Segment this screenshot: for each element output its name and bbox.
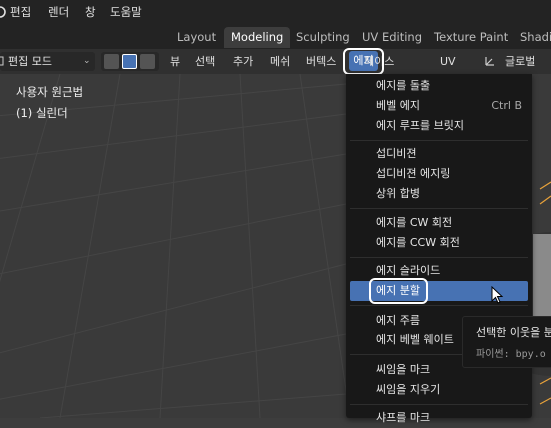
menu-separator [350,257,528,258]
tooltip-python: 파이썬: bpy.o [476,349,546,360]
transform-orientation-icon[interactable] [483,54,497,68]
menu-item-extrude-edges[interactable]: 에지를 돌출 [350,76,528,96]
view-name-label: 사용자 원근법 [16,85,84,99]
menu-item-rotate-edge-ccw[interactable]: 에지를 CCW 회전 [350,233,528,253]
mode-label: 편집 모드 [8,55,52,68]
tab-layout[interactable]: Layout [170,27,223,48]
tab-sculpting[interactable]: Sculpting [289,27,357,48]
menu-item-bevel-edges[interactable]: 베벨 에지 Ctrl B [350,96,528,116]
tab-modeling[interactable]: Modeling [224,27,291,48]
menu-vertex[interactable]: 버텍스 [306,52,336,71]
menu-help[interactable]: 도움말 [110,0,142,25]
vertex-select-icon[interactable] [104,54,119,69]
menu-item-clear-seam[interactable]: 씨임을 지우기 [350,380,528,400]
tooltip: 선택한 이웃을 분 파이썬: bpy.o [462,316,551,368]
menu-separator [350,404,528,405]
viewport-header: 편집 모드 ⌄ 뷰 선택 추가 메쉬 버텍스 에지 페이스 UV 글로벌 [0,49,551,74]
face-select-icon[interactable] [140,54,155,69]
tab-shading[interactable]: Shadin [513,27,551,48]
menu-uv[interactable]: UV [440,52,456,71]
tooltip-description: 선택한 이웃을 분 [476,326,551,339]
menu-item-mark-sharp[interactable]: 샤프를 마크 [350,408,528,428]
menu-separator [350,140,528,141]
menu-view[interactable]: 뷰 [170,52,180,71]
menu-select[interactable]: 선택 [195,52,215,71]
orientation-label[interactable]: 글로벌 [505,52,535,71]
menu-item-un-subdivide[interactable]: 상위 합병 [350,184,528,204]
menu-mesh[interactable]: 메쉬 [270,52,290,71]
menu-item-rotate-edge-cw[interactable]: 에지를 CW 회전 [350,213,528,233]
menu-item-bridge-edge-loops[interactable]: 에지 루프를 브릿지 [350,116,528,136]
menu-render[interactable]: 렌더 [48,0,69,25]
tab-texture-paint[interactable]: Texture Paint [427,27,515,48]
menu-item-subdivide[interactable]: 섭디비젼 [350,144,528,164]
mode-selector[interactable]: 편집 모드 ⌄ [0,52,95,71]
tab-uv-editing[interactable]: UV Editing [355,27,429,48]
menu-item-subdivide-edge-ring[interactable]: 섭디비젼 에지링 [350,164,528,184]
chevron-down-icon: ⌄ [83,56,91,66]
mouse-cursor-icon [491,286,504,304]
focus-ring-edge-menu [343,48,384,75]
object-name-label: (1) 실린더 [16,106,68,120]
edit-mode-icon [0,56,4,66]
menu-edit[interactable]: 편집 [10,0,31,25]
edge-select-icon[interactable] [122,54,137,69]
focus-ring-edge-split [369,278,428,304]
shortcut-label: Ctrl B [491,99,522,112]
select-mode-group [101,52,159,71]
menu-add[interactable]: 추가 [233,52,253,71]
menu-window[interactable]: 창 [85,0,96,25]
blender-logo-icon[interactable] [0,5,6,19]
menu-separator [350,208,528,209]
top-menu-bar: 편집 렌더 창 도움말 [0,0,551,25]
